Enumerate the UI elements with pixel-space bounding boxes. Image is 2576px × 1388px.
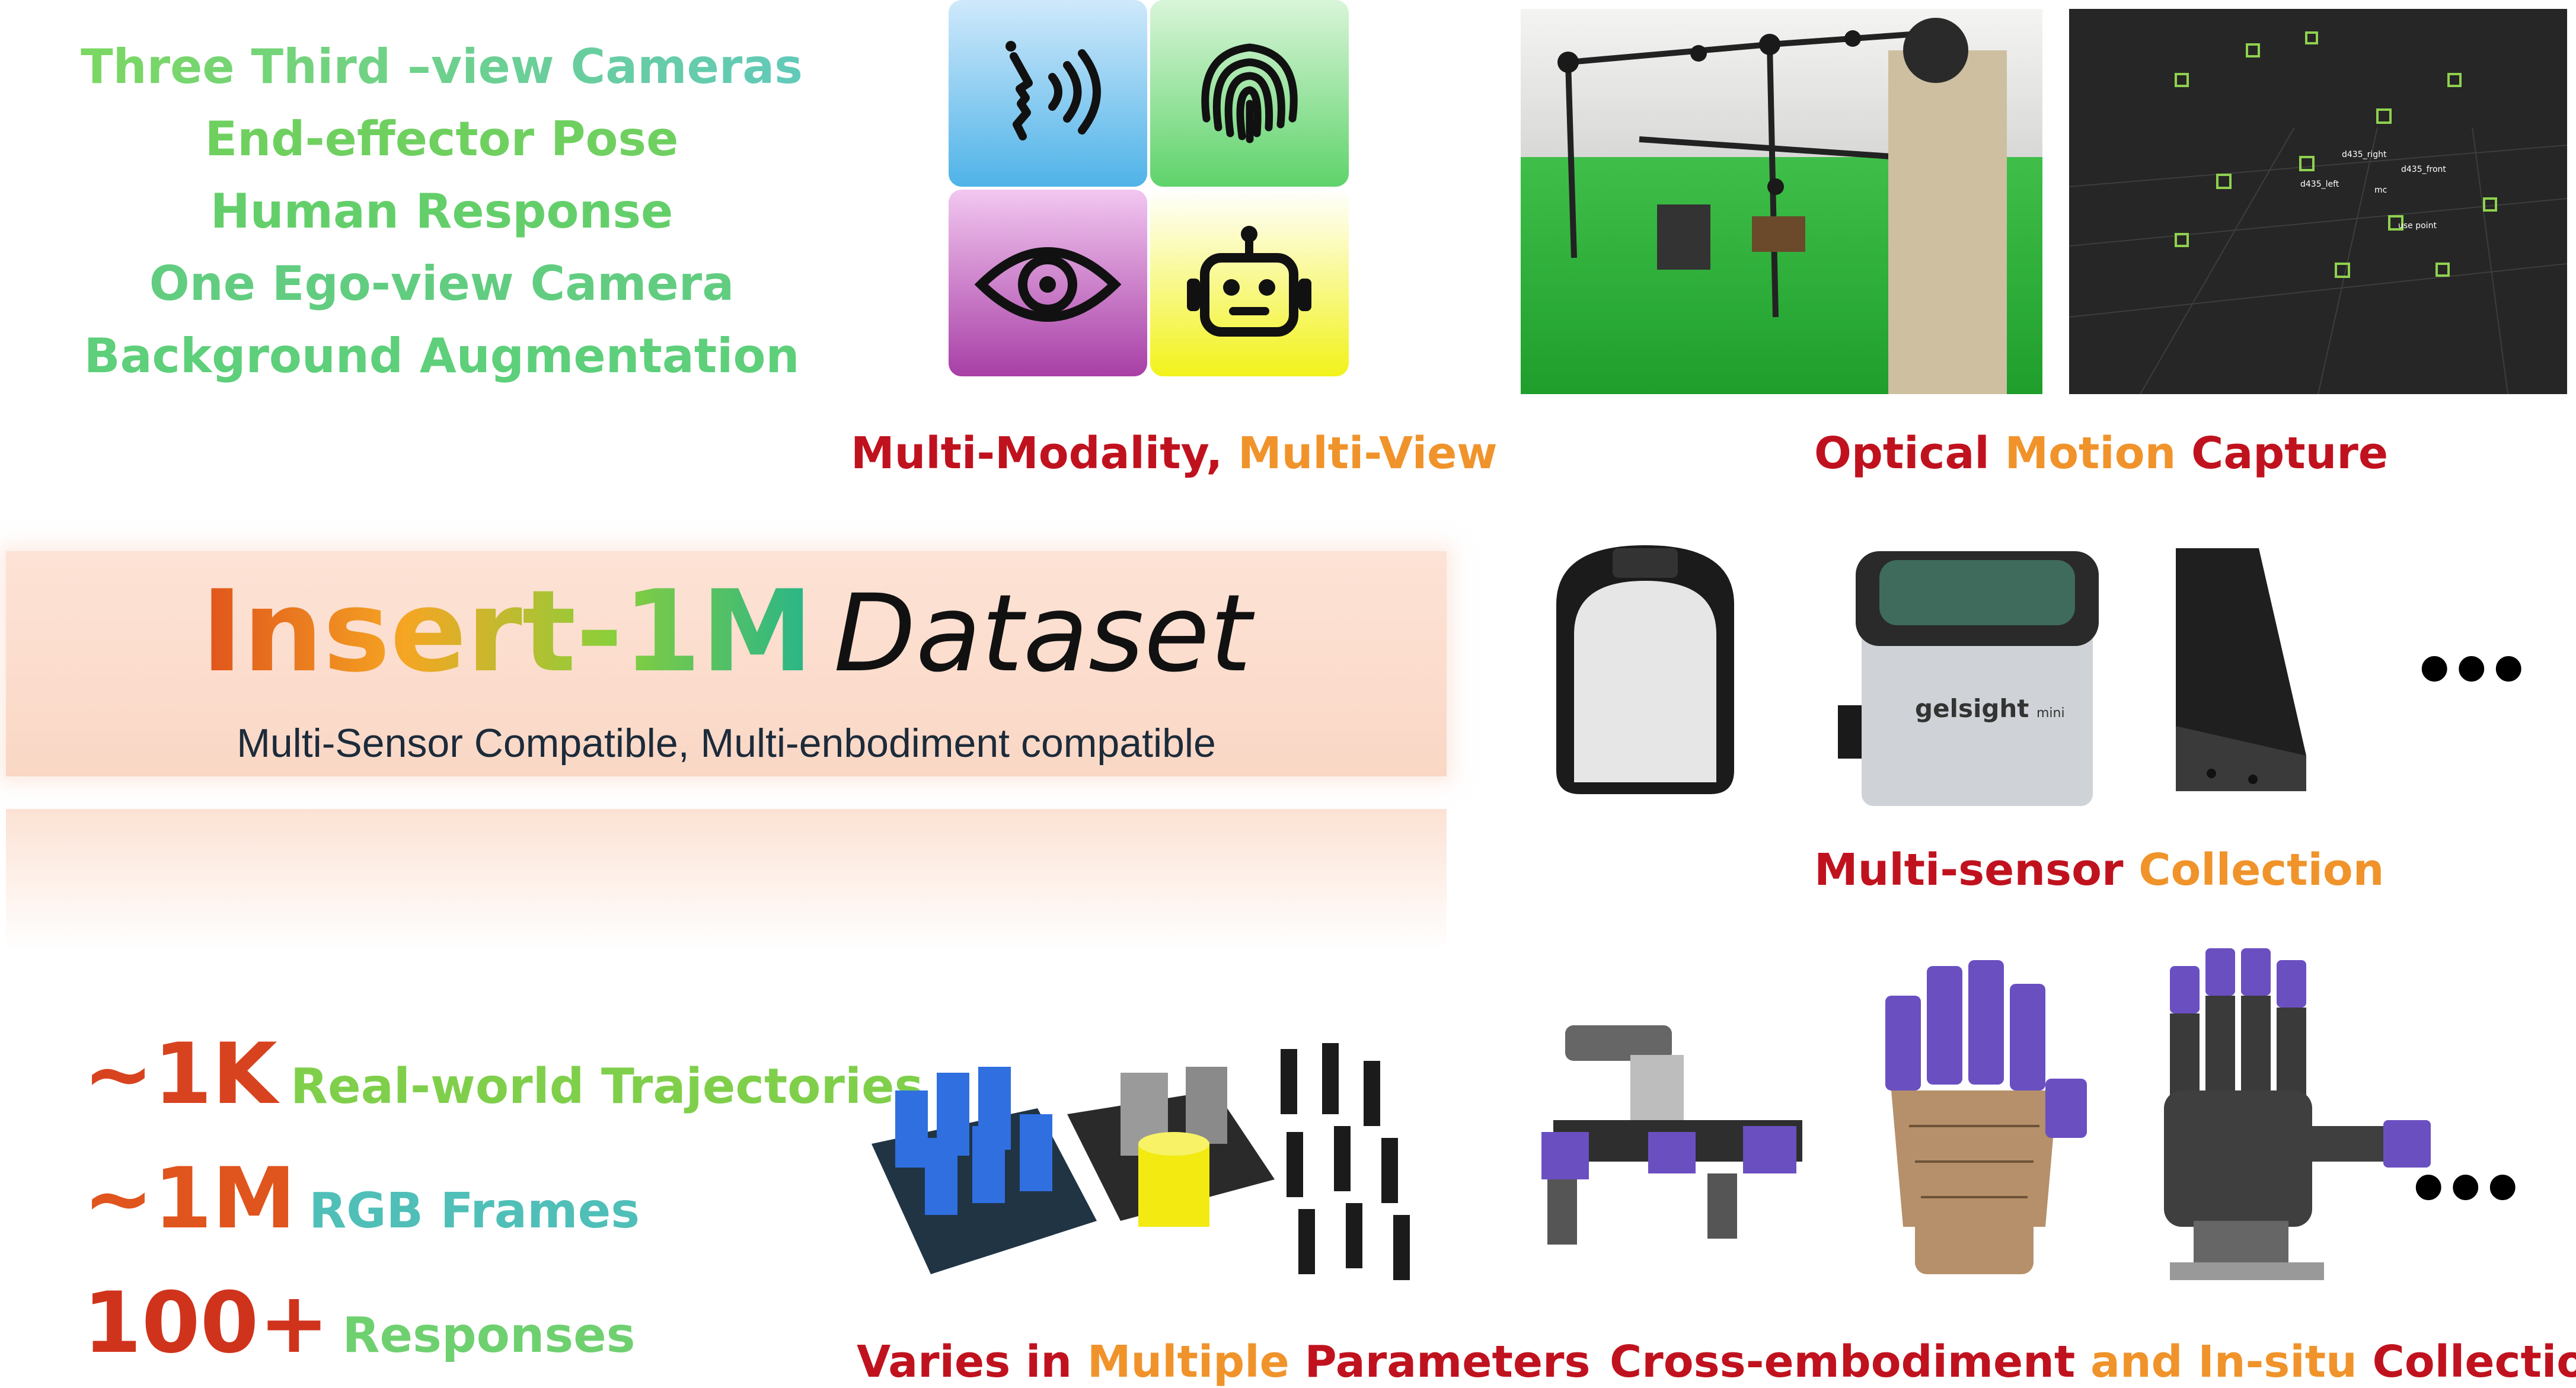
dataset-subtitle: Multi-Sensor Compatible, Multi-enbodimen…: [237, 721, 1216, 766]
embodiment-robot-hand: [2164, 948, 2431, 1280]
caption-part: Multi-View: [1222, 428, 1498, 479]
mocap-label: d435_front: [2401, 165, 2446, 174]
feature-item: One Ego-view Camera: [149, 256, 735, 311]
caption-part: Capture: [2176, 428, 2389, 479]
dataset-suffix: Dataset: [834, 572, 1252, 696]
stat-value: ~1M: [83, 1150, 296, 1248]
mocap-software-view: d435_right d435_front d435_left mc use p…: [2069, 9, 2567, 394]
caption-part: Varies in: [857, 1336, 1072, 1387]
speech-tile: [949, 0, 1147, 187]
feature-item: Background Augmentation: [84, 328, 800, 383]
caption-part: Collection: [2372, 1336, 2576, 1387]
feature-item: End-effector Pose: [205, 111, 679, 167]
embodiment-glove: [1885, 960, 2087, 1274]
embodiment-gripper: [1541, 1025, 1802, 1245]
robot-tile: [1150, 190, 1349, 376]
caption-part: Multiple: [1072, 1336, 1289, 1387]
stat-value: 100+: [83, 1274, 330, 1372]
mocap-label: mc: [2374, 186, 2387, 195]
fingerprint-tile: [1150, 0, 1349, 187]
stat-label: Responses: [342, 1307, 636, 1364]
dataset-name: Insert-1M: [201, 566, 813, 697]
eye-icon: [974, 247, 1122, 322]
caption-part: Cross-embodiment: [1610, 1336, 2076, 1387]
robot-icon: [1187, 226, 1311, 337]
caption-cross-embodiment: Cross-embodiment and In-situ Collection: [1610, 1336, 2576, 1387]
mocap-label: use point: [2398, 221, 2437, 231]
gelsight-model: mini: [2036, 706, 2065, 721]
mocap-label: d435_right: [2342, 150, 2387, 159]
sensor-black-module: [2176, 548, 2306, 791]
fingerprint-icon: [1201, 43, 1298, 143]
mocap-scene: d435_right d435_front d435_left mc use p…: [2069, 31, 2567, 394]
caption-part: Collection: [2123, 845, 2385, 896]
feature-item: Human Response: [210, 184, 673, 239]
mocap-photo: [1521, 9, 2042, 394]
caption-part: Motion: [1989, 428, 2176, 479]
insertion-objects: [872, 1043, 1410, 1280]
more-embodiments-ellipsis: •••: [2413, 1136, 2524, 1236]
caption-multi-modality: Multi-Modality, Multi-View: [851, 428, 1498, 479]
stat-responses: 100+ Responses: [83, 1274, 636, 1372]
stat-label: Real-world Trajectories: [290, 1058, 924, 1115]
caption-part: Parameters: [1289, 1336, 1591, 1387]
gelsight-brand: gelsight: [1915, 694, 2029, 723]
dataset-banner-reflection: [6, 809, 1447, 951]
caption-multi-sensor: Multi-sensor Collection: [1814, 845, 2384, 896]
caption-part: Optical: [1814, 428, 1990, 479]
mocap-label: d435_left: [2300, 180, 2339, 189]
caption-part: and In-situ: [2075, 1336, 2357, 1387]
stat-label: RGB Frames: [309, 1183, 640, 1239]
stat-frames: ~1M RGB Frames: [83, 1150, 640, 1248]
caption-optical-motion-capture: Optical Motion Capture: [1814, 428, 2388, 479]
feature-item: Three Third –view Cameras: [0, 31, 883, 103]
modality-icon-grid: [949, 0, 1352, 379]
stat-value: ~1K: [83, 1025, 277, 1123]
mocap-rig: [1557, 18, 2007, 394]
speech-icon: [1005, 41, 1101, 140]
caption-part: Multi-Modality,: [851, 428, 1223, 479]
sensor-gelsight-mini: gelsight mini: [1838, 551, 2099, 806]
eye-tile: [949, 190, 1147, 376]
dataset-title: Insert-1M Dataset: [6, 566, 1447, 697]
caption-part: Multi-sensor: [1814, 845, 2124, 896]
more-sensors-ellipsis: •••: [2419, 618, 2530, 717]
sensor-digit: [1556, 545, 1734, 794]
feature-list: Three Third –view Cameras End-effector P…: [0, 31, 883, 398]
stat-trajectories: ~1K Real-world Trajectories: [83, 1025, 923, 1123]
caption-varies: Varies in Multiple Parameters: [857, 1336, 1591, 1387]
